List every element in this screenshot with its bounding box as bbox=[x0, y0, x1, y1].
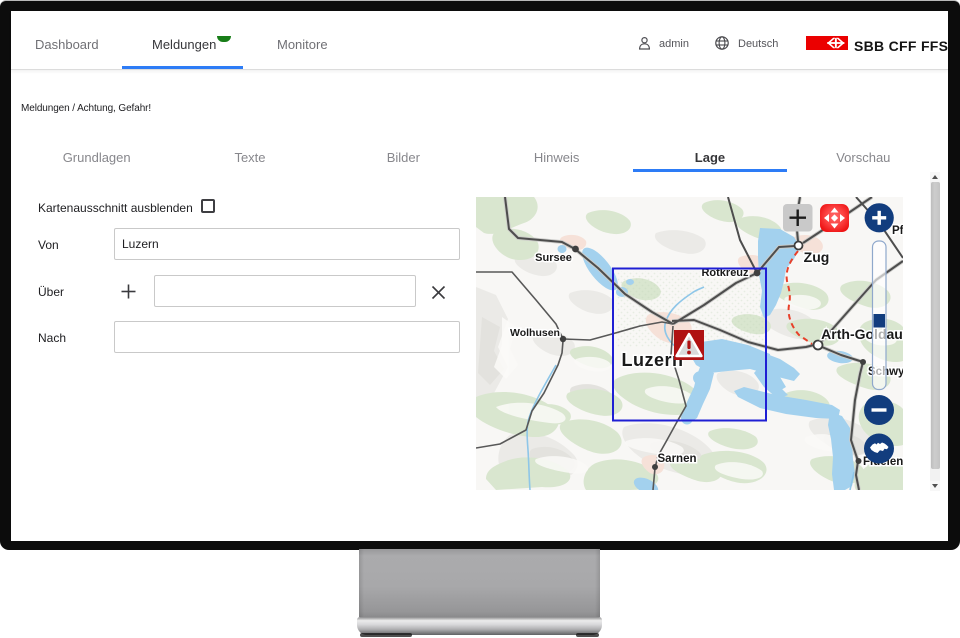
svg-text:Pf: Pf bbox=[892, 225, 903, 237]
svg-text:Sarnen: Sarnen bbox=[658, 453, 697, 465]
svg-text:Wolhusen: Wolhusen bbox=[510, 327, 560, 339]
svg-text:Arth-Goldau: Arth-Goldau bbox=[821, 326, 903, 342]
svg-text:Sursee: Sursee bbox=[535, 252, 572, 264]
svg-text:Zug: Zug bbox=[804, 249, 830, 265]
